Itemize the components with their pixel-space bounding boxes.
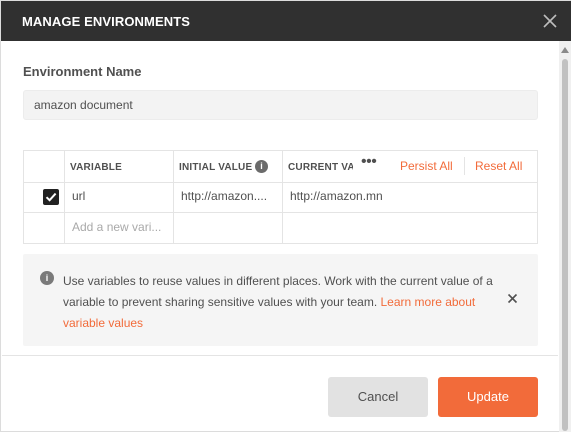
scrollbar[interactable] — [559, 41, 571, 432]
environment-name-label: Environment Name — [23, 64, 142, 79]
dialog-title: MANAGE ENVIRONMENTS — [22, 14, 191, 29]
column-header-current-value: CURRENT VAI — [288, 162, 353, 173]
variable-key-cell[interactable]: url — [72, 189, 85, 203]
dialog-header: MANAGE ENVIRONMENTS — [1, 1, 571, 41]
info-banner: i Use variables to reuse values in diffe… — [23, 254, 538, 346]
info-icon[interactable]: i — [255, 160, 268, 173]
dismiss-icon[interactable] — [505, 291, 521, 307]
scrollbar-thumb[interactable] — [562, 59, 568, 431]
table-divider — [24, 212, 537, 213]
column-header-initial-value: INITIAL VALUE — [179, 162, 253, 173]
reset-all-button[interactable]: Reset All — [475, 159, 522, 173]
more-horizontal-icon[interactable]: ••• — [361, 154, 383, 171]
manage-environments-dialog: MANAGE ENVIRONMENTS Environment Name VAR… — [0, 0, 571, 432]
info-banner-text: Use variables to reuse values in differe… — [63, 271, 503, 334]
environment-name-input[interactable] — [23, 90, 538, 120]
persist-all-button[interactable]: Persist All — [400, 159, 453, 173]
current-value-cell[interactable]: http://amazon.mn — [290, 189, 530, 203]
row-enabled-checkbox[interactable] — [43, 189, 59, 205]
table-divider — [24, 182, 537, 183]
close-icon[interactable] — [539, 10, 561, 32]
table-divider — [173, 151, 174, 243]
header-separator — [464, 157, 465, 175]
variables-table: VARIABLE INITIAL VALUE i CURRENT VAI •••… — [23, 150, 538, 244]
info-icon: i — [40, 271, 54, 285]
table-divider — [64, 151, 65, 243]
column-header-variable: VARIABLE — [70, 162, 122, 173]
new-variable-input[interactable]: Add a new vari... — [72, 220, 167, 234]
initial-value-cell[interactable]: http://amazon.... — [181, 189, 276, 203]
footer-divider — [2, 355, 558, 356]
table-divider — [282, 151, 283, 243]
update-button[interactable]: Update — [438, 377, 538, 417]
cancel-button[interactable]: Cancel — [328, 377, 428, 417]
scroll-up-icon[interactable] — [561, 47, 569, 53]
